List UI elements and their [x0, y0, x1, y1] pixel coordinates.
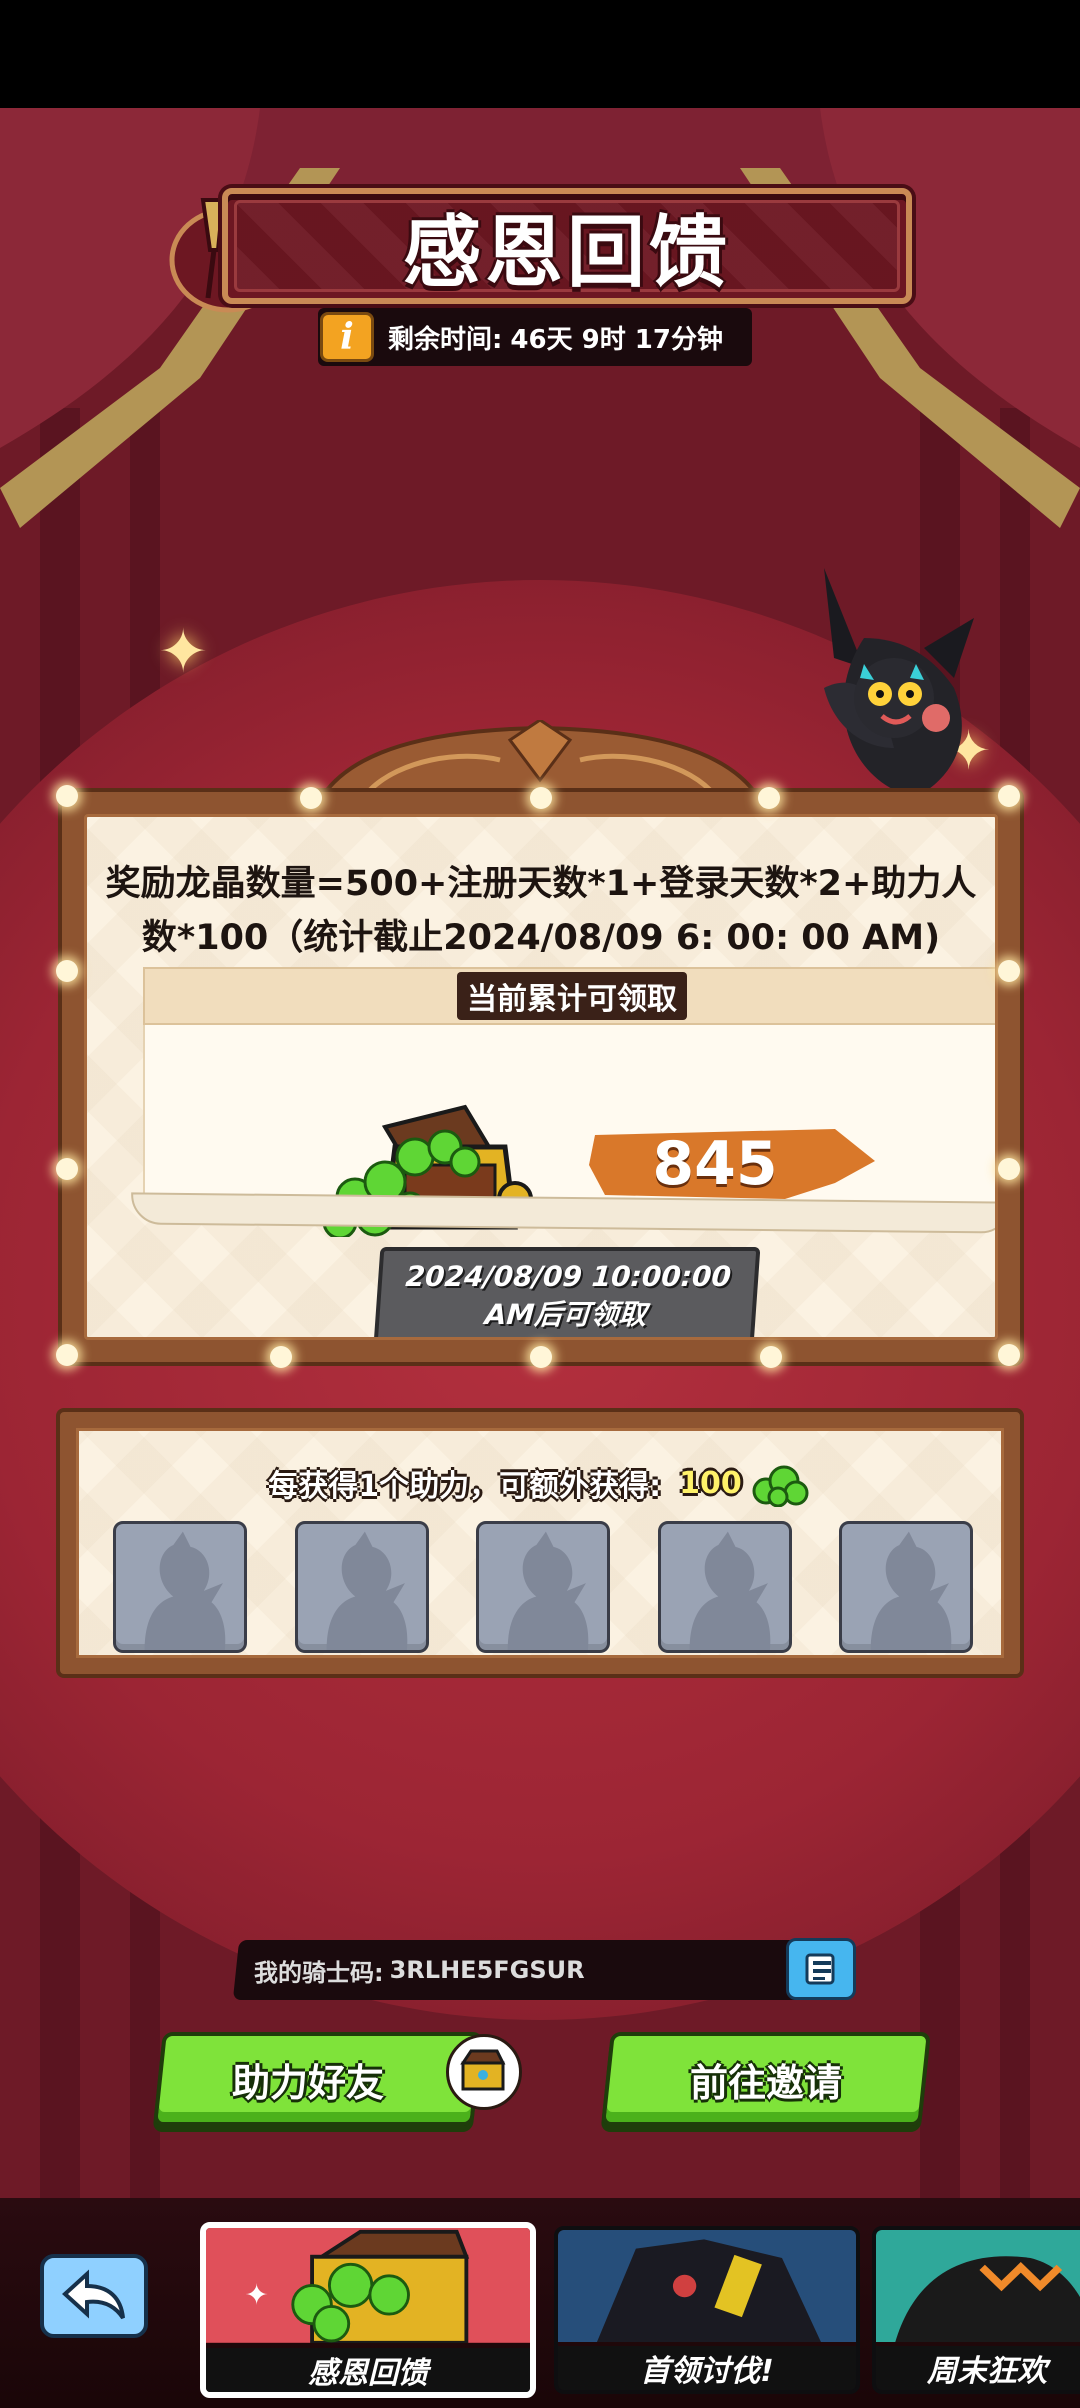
go-invite-label: 前往邀请: [689, 2060, 842, 2105]
timer-value: 46天 9时 17分钟: [510, 324, 723, 355]
copy-icon: [805, 1953, 835, 1985]
page-title: 感恩回馈: [402, 208, 731, 298]
countdown-timer: i 剩余时间: 46天 9时 17分钟: [318, 308, 752, 366]
marquee-bulb: [998, 785, 1020, 807]
marquee-bulb: [998, 1158, 1020, 1180]
knight-code-label: 我的骑士码:: [254, 1958, 384, 1987]
svg-text:✦: ✦: [245, 2278, 269, 2312]
marquee-bulb: [758, 787, 780, 809]
tab-label: 首领讨伐!: [558, 2346, 856, 2390]
claim-header: 当前累计可领取: [143, 967, 995, 1025]
marquee-bulb: [56, 1158, 78, 1180]
marquee-bulb: [270, 1346, 292, 1368]
knight-code-value: 3RLHE5FGSUR: [389, 1956, 585, 1984]
unlock-time-tag: 2024/08/09 10:00:00 AM后可领取: [373, 1247, 761, 1337]
marquee-bulb: [56, 785, 78, 807]
empty-avatar-icon: [870, 1531, 952, 1650]
info-icon[interactable]: i: [320, 312, 374, 362]
tab-boss-raid[interactable]: 首领讨伐!: [554, 2226, 860, 2394]
dragon-mascot-icon: [824, 568, 974, 798]
tab-thanks-feedback[interactable]: ✦ 感恩回馈: [200, 2222, 536, 2398]
marquee-bulb: [998, 1344, 1020, 1366]
marquee-bulb: [998, 960, 1020, 982]
helper-slot-4[interactable]: [657, 1521, 792, 1653]
copy-code-button[interactable]: [786, 1938, 856, 2000]
empty-avatar-icon: [689, 1531, 770, 1650]
helper-panel-inner: 每获得1个助力，可额外获得: 100: [76, 1428, 1004, 1658]
helper-bonus-line: 每获得1个助力，可额外获得: 100: [79, 1459, 1001, 1507]
tab-label: 周末狂欢: [876, 2346, 1080, 2390]
reward-formula: 奖励龙晶数量=500+注册天数*1+登录天数*2+助力人数*100（统计截止20…: [105, 864, 977, 958]
claim-card: 当前累计可领取 845: [130, 967, 995, 1237]
monster-icon: [876, 2230, 1080, 2342]
chest-bubble-icon: [446, 2034, 522, 2110]
marquee-bulb: [760, 1346, 782, 1368]
status-strip: [0, 0, 1080, 108]
claim-header-label: 当前累计可领取: [457, 972, 687, 1020]
reward-board-panel: 奖励龙晶数量=500+注册天数*1+登录天数*2+助力人数*100（统计截止20…: [84, 814, 998, 1340]
helper-slots: [113, 1521, 973, 1653]
helper-bonus-amount: 100: [679, 1465, 742, 1501]
tab-weekend-carnival[interactable]: 周末狂欢: [872, 2226, 1080, 2394]
marquee-bulb: [530, 787, 552, 809]
helper-panel: 每获得1个助力，可额外获得: 100: [56, 1408, 1024, 1678]
marquee-bulb: [300, 787, 322, 809]
game-screen: 感恩回馈 i 剩余时间: 46天 9时 17分钟 ✦ ✦ 奖励龙晶数量=500+…: [0, 0, 1080, 2408]
marquee-bulb: [530, 1346, 552, 1368]
helper-slot-3[interactable]: [476, 1521, 610, 1653]
helper-slot-5[interactable]: [839, 1521, 973, 1653]
sparkle-icon: ✦: [158, 617, 209, 687]
helper-slot-2[interactable]: [294, 1521, 429, 1653]
treasure-chest-icon: ✦: [206, 2228, 530, 2343]
dragon-crystal-icon: [752, 1465, 809, 1507]
help-friend-label: 助力好友: [231, 2060, 384, 2105]
helper-slot-1[interactable]: [113, 1521, 247, 1653]
knight-code: 我的骑士码: 3RLHE5FGSUR: [254, 1940, 585, 2000]
empty-avatar-icon: [507, 1531, 589, 1650]
timer-label: 剩余时间:: [388, 324, 503, 355]
marquee-bulb: [56, 960, 78, 982]
claimable-amount: 845: [652, 1129, 778, 1199]
title-banner: 感恩回馈: [222, 188, 912, 304]
empty-avatar-icon: [144, 1531, 226, 1650]
back-arrow-icon: [62, 2269, 125, 2320]
boss-icon: [558, 2230, 856, 2342]
claim-body: 845: [143, 1025, 995, 1237]
reward-board: 奖励龙晶数量=500+注册天数*1+登录天数*2+助力人数*100（统计截止20…: [58, 788, 1024, 1366]
tab-label: 感恩回馈: [206, 2348, 530, 2392]
unlock-time-text: 2024/08/09 10:00:00 AM后可领取: [404, 1260, 733, 1331]
marquee-bulb: [56, 1344, 78, 1366]
empty-avatar-icon: [326, 1531, 407, 1650]
back-button[interactable]: [40, 2254, 148, 2338]
helper-bonus-text: 每获得1个助力，可额外获得:: [268, 1469, 662, 1504]
